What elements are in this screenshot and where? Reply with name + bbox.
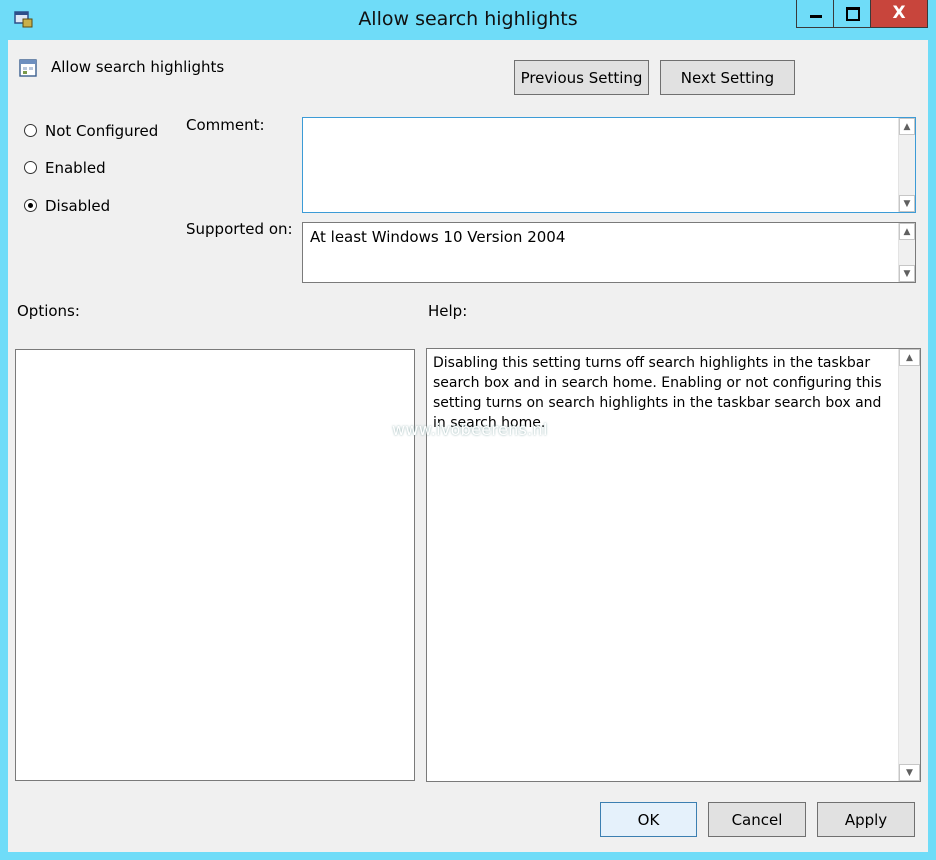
scroll-up-icon[interactable]: ▲ <box>899 223 915 240</box>
policy-name: Allow search highlights <box>51 58 225 76</box>
radio-label: Enabled <box>45 159 106 177</box>
previous-setting-button[interactable]: Previous Setting <box>514 60 649 95</box>
maximize-button[interactable] <box>833 0 871 28</box>
apply-button[interactable]: Apply <box>817 802 915 837</box>
title-bar[interactable]: Allow search highlights X <box>0 0 936 40</box>
comment-scrollbar[interactable]: ▲ ▼ <box>898 118 915 212</box>
scroll-up-icon[interactable]: ▲ <box>899 349 920 366</box>
next-setting-button[interactable]: Next Setting <box>660 60 795 95</box>
scroll-down-icon[interactable]: ▼ <box>899 195 915 212</box>
radio-label: Not Configured <box>45 122 159 140</box>
minimize-button[interactable] <box>796 0 834 28</box>
supported-on-value: At least Windows 10 Version 2004 <box>310 228 566 246</box>
supported-on-label: Supported on: <box>186 220 293 238</box>
options-label: Options: <box>17 302 80 320</box>
scroll-down-icon[interactable]: ▼ <box>899 764 920 781</box>
scroll-down-icon[interactable]: ▼ <box>899 265 915 282</box>
scroll-up-icon[interactable]: ▲ <box>899 118 915 135</box>
maximize-icon <box>846 7 860 21</box>
help-pane[interactable]: Disabling this setting turns off search … <box>426 348 921 782</box>
comment-textarea[interactable]: ▲ ▼ <box>302 117 916 213</box>
supported-scrollbar[interactable]: ▲ ▼ <box>898 223 915 282</box>
comment-label: Comment: <box>186 116 265 134</box>
options-pane[interactable] <box>15 349 415 781</box>
radio-circle[interactable] <box>24 161 37 174</box>
cancel-button[interactable]: Cancel <box>708 802 806 837</box>
help-scrollbar[interactable]: ▲ ▼ <box>898 349 920 781</box>
radio-label: Disabled <box>45 197 111 215</box>
radio-dot <box>28 203 33 208</box>
close-icon: X <box>892 3 906 23</box>
radio-circle[interactable] <box>24 124 37 137</box>
help-label: Help: <box>428 302 468 320</box>
ok-button[interactable]: OK <box>600 802 697 837</box>
close-button[interactable]: X <box>870 0 928 28</box>
radio-circle-selected[interactable] <box>24 199 37 212</box>
watermark: www.ivobeerens.nl <box>392 420 548 439</box>
minimize-icon <box>810 15 822 18</box>
supported-on-field[interactable]: At least Windows 10 Version 2004 ▲ ▼ <box>302 222 916 283</box>
policy-setting-icon <box>19 58 39 78</box>
